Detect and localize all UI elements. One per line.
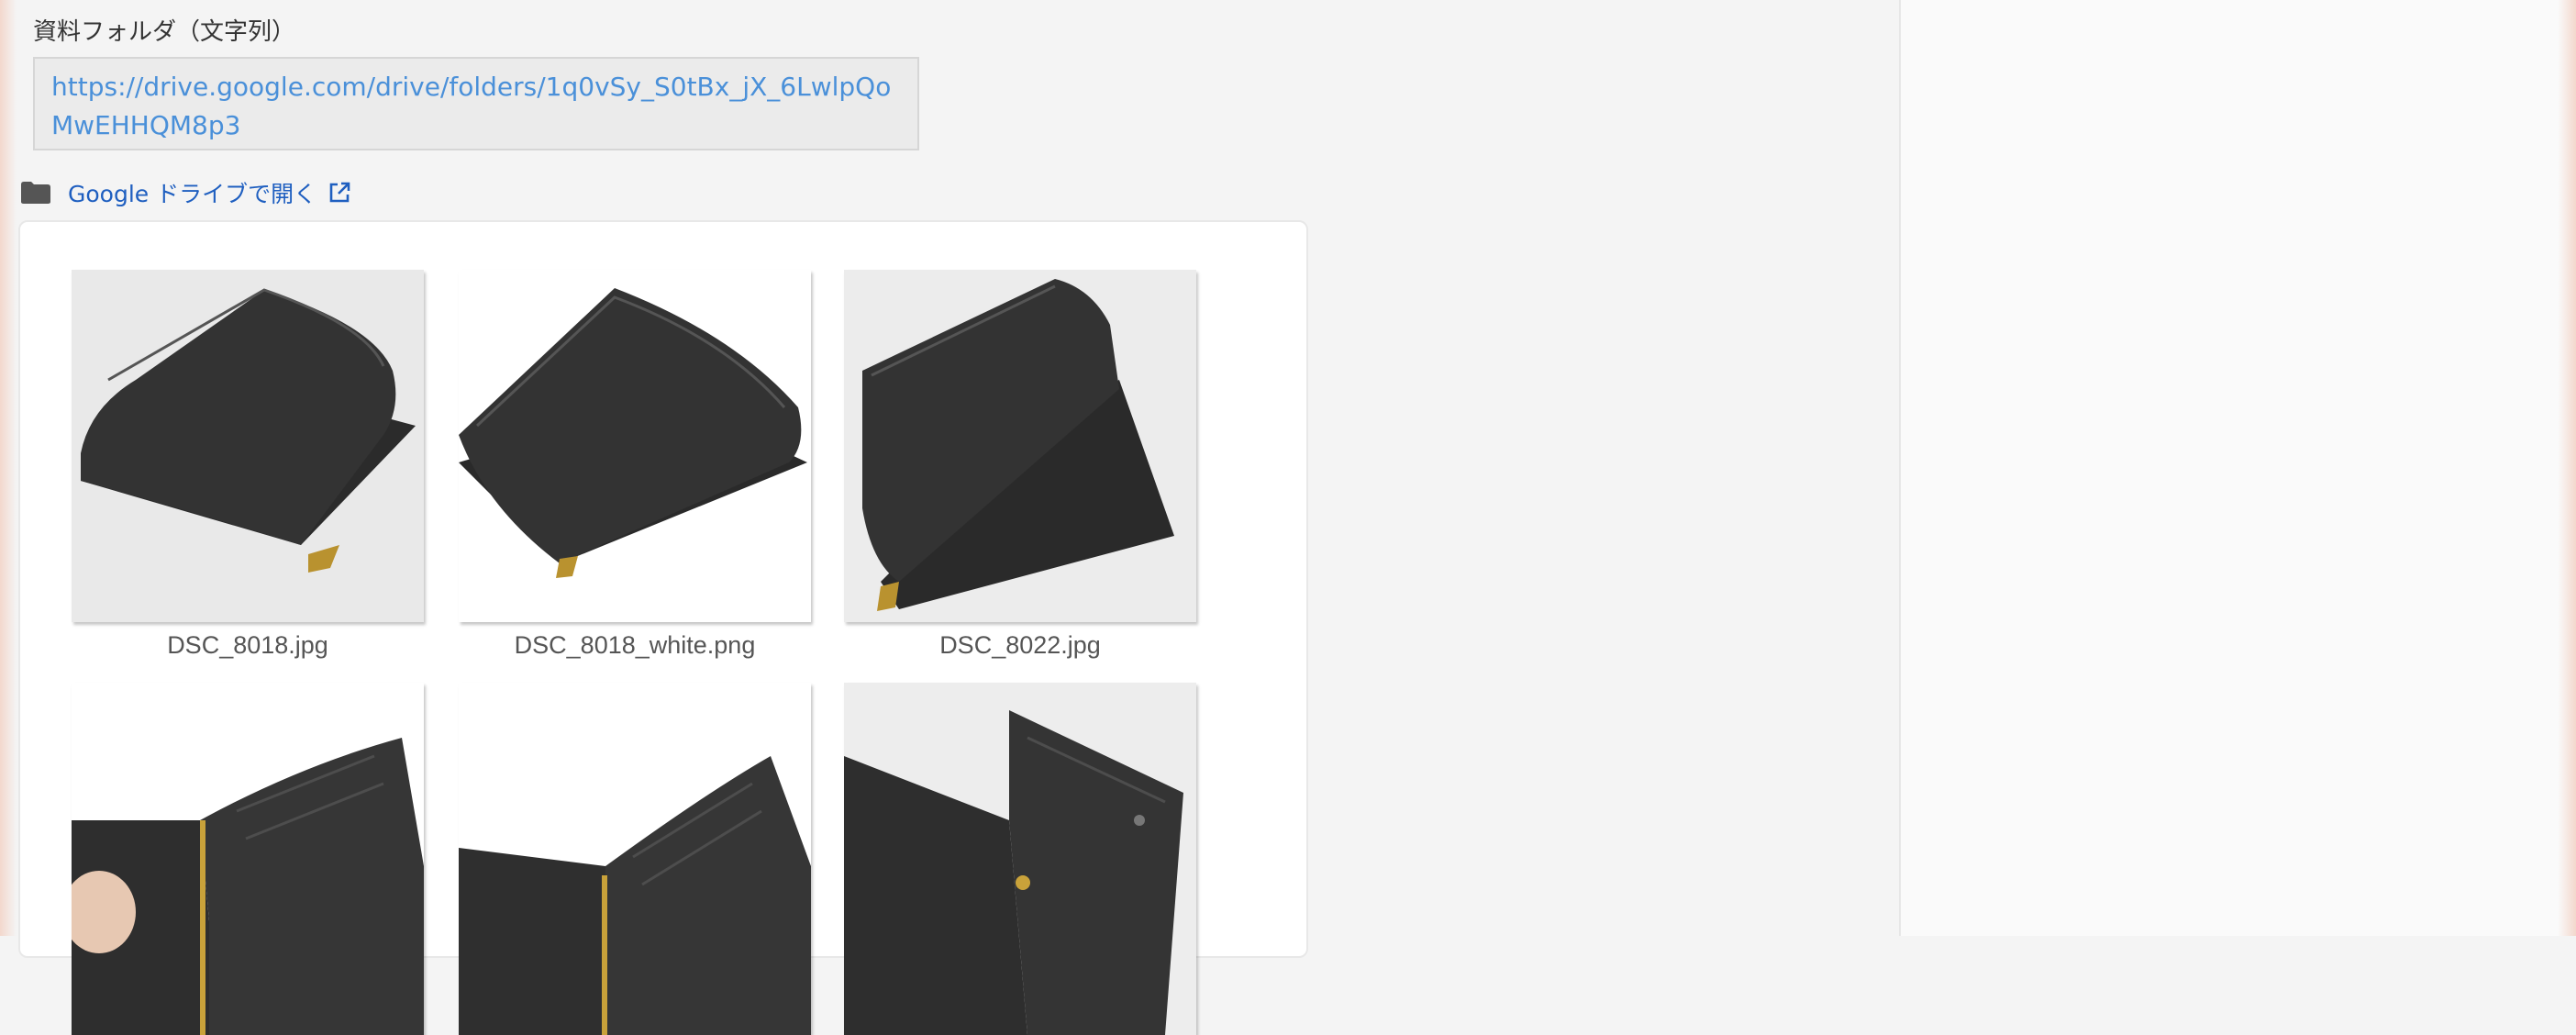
file-name[interactable]: DSC_8022.jpg	[827, 631, 1213, 660]
file-thumbnail[interactable]	[844, 270, 1196, 622]
wallet-open-hand-image	[72, 683, 424, 1035]
wallet-standing-open-image	[844, 683, 1196, 1035]
folder-url-line-2[interactable]: MwEHHQM8p3	[51, 110, 240, 140]
folder-url-field[interactable]: https://drive.google.com/drive/folders/1…	[33, 57, 919, 150]
wallet-closed-white-image	[459, 270, 811, 622]
file-thumbnail[interactable]	[844, 683, 1196, 1035]
open-in-drive-link[interactable]: Google ドライブで開く	[68, 176, 316, 209]
folder-url-line-1[interactable]: https://drive.google.com/drive/folders/1…	[51, 72, 891, 102]
file-thumbnail[interactable]	[459, 270, 811, 622]
right-panel	[1899, 0, 2576, 936]
external-link-icon[interactable]	[328, 181, 351, 205]
file-thumbnail[interactable]	[459, 683, 811, 1035]
open-in-drive-row[interactable]: Google ドライブで開く	[20, 176, 351, 209]
wallet-closed-image	[72, 270, 424, 622]
wallet-standing-image	[844, 270, 1196, 622]
file-gallery: DSC_8018.jpg DSC_8018_white.png DSC_8022…	[18, 220, 1308, 1035]
file-name[interactable]: DSC_8018_white.png	[442, 631, 827, 660]
wallet-open-image	[459, 683, 811, 1035]
file-thumbnail[interactable]	[72, 683, 424, 1035]
right-edge-shadow	[2558, 0, 2576, 936]
file-name[interactable]: DSC_8018.jpg	[55, 631, 440, 660]
folder-icon	[21, 182, 50, 204]
field-label: 資料フォルダ（文字列）	[33, 18, 296, 46]
file-thumbnail[interactable]	[72, 270, 424, 622]
main-content: 資料フォルダ（文字列） https://drive.google.com/dri…	[0, 0, 1899, 1035]
